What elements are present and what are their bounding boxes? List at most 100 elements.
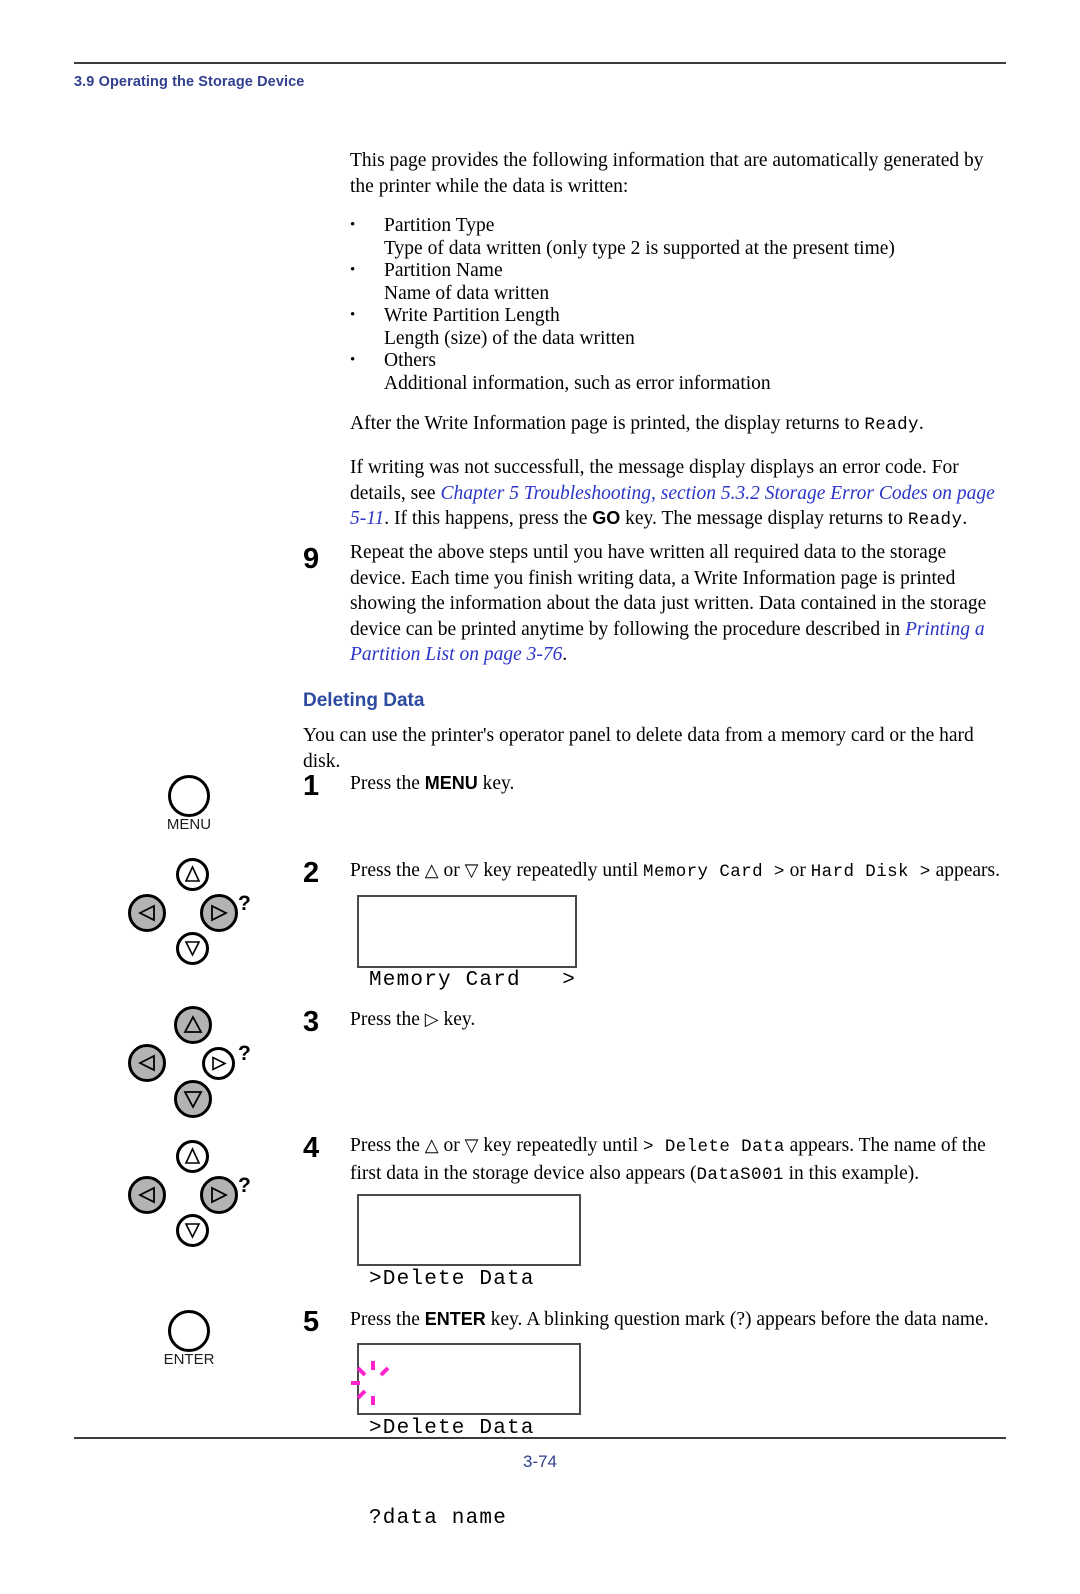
- bullet-desc: Additional information, such as error in…: [384, 372, 771, 394]
- step-2-text-1: Press the: [350, 860, 425, 881]
- up-arrow-key-icon: [174, 1006, 212, 1044]
- right-arrow-key-icon: [200, 894, 238, 932]
- bullet-icon: •: [350, 307, 356, 323]
- right-arrow-key-icon: [202, 1047, 235, 1080]
- step-2-text-4: or: [784, 860, 811, 881]
- down-arrow-glyph: ▽: [464, 1135, 479, 1155]
- bullet-desc: Name of data written: [384, 282, 550, 304]
- step-2-text: Press the △ or ▽ key repeatedly until Me…: [350, 858, 1000, 886]
- left-arrow-key-icon: [128, 894, 166, 932]
- lcd-display-confirm-delete: >Delete Data ?data name: [357, 1343, 581, 1530]
- left-arrow-key-icon: [128, 1176, 166, 1214]
- up-arrow-key-icon: [176, 1140, 209, 1173]
- bullet-term: Others: [384, 350, 436, 371]
- bullet-term: Write Partition Length: [384, 305, 560, 326]
- section-heading-deleting-data: Deleting Data: [303, 690, 425, 711]
- datas001-code: DataS001: [696, 1164, 784, 1185]
- enter-key-icon: [168, 1310, 210, 1352]
- error-note-text-3: key. The message display returns to: [620, 508, 908, 529]
- down-arrow-glyph: ▽: [464, 860, 479, 880]
- manual-page: 3.9 Operating the Storage Device This pa…: [0, 0, 1080, 1530]
- error-note-text-2: . If this happens, press the: [384, 508, 593, 529]
- step-9-text-1: Repeat the above steps until you have wr…: [350, 542, 987, 640]
- header-divider: [74, 62, 1006, 64]
- step-number-3: 3: [303, 1006, 320, 1038]
- step-4-text-5: in this example).: [783, 1162, 920, 1184]
- lcd-display-delete-data: >Delete Data DataS001: [357, 1194, 581, 1381]
- lcd-line-1: >Delete Data: [369, 1268, 535, 1291]
- right-arrow-key-icon: [200, 1176, 238, 1214]
- up-arrow-key-icon: [176, 858, 209, 891]
- menu-key-label: MENU: [424, 773, 478, 793]
- step-4-text-1: Press the: [350, 1135, 425, 1156]
- step-1-text-2: key.: [477, 773, 515, 794]
- menu-key-caption: MENU: [166, 816, 212, 833]
- up-arrow-glyph: △: [424, 1135, 439, 1155]
- go-key-label: GO: [592, 508, 621, 528]
- lcd-line-2: ?data name: [369, 1507, 508, 1530]
- list-item: • Partition Type: [350, 215, 1000, 238]
- list-item: • Partition Name: [350, 260, 1000, 283]
- after-write-text-1: After the Write Information page is prin…: [350, 413, 865, 434]
- step-2-text-3: key repeatedly until: [478, 860, 644, 881]
- error-note-text-4: .: [962, 508, 968, 529]
- enter-key-caption: ENTER: [163, 1351, 215, 1368]
- step-5-text-2: key. A blinking question mark (?) appear…: [485, 1309, 989, 1330]
- list-item: • Write Partition Length: [350, 305, 1000, 328]
- lcd-display-memory-card: Memory Card >: [357, 895, 577, 992]
- bullet-desc: Type of data written (only type 2 is sup…: [384, 237, 895, 259]
- step-9-text: Repeat the above steps until you have wr…: [350, 540, 998, 668]
- step-number-9: 9: [303, 543, 320, 575]
- ready-code: Ready: [864, 415, 919, 435]
- step-number-4: 4: [303, 1132, 320, 1164]
- step-2-text-5: appears.: [930, 860, 1001, 881]
- step-number-1: 1: [303, 770, 320, 802]
- header-section-title: 3.9 Operating the Storage Device: [74, 74, 305, 90]
- arrow-key-cluster-step2: ?: [128, 858, 278, 973]
- step-1-text-1: Press the: [350, 773, 425, 794]
- bullet-term: Partition Type: [384, 215, 495, 236]
- step-4-text: Press the △ or ▽ key repeatedly until > …: [350, 1133, 995, 1188]
- lcd-line-1: >Delete Data: [369, 1417, 535, 1440]
- arrow-key-cluster-step4: ?: [128, 1140, 278, 1255]
- error-note-paragraph: If writing was not successfull, the mess…: [350, 455, 1000, 534]
- left-arrow-key-icon: [128, 1044, 166, 1082]
- bullet-term: Partition Name: [384, 260, 503, 281]
- info-bullet-list: • Partition Type Type of data written (o…: [350, 215, 1000, 395]
- help-question-mark-icon: ?: [238, 1042, 251, 1065]
- right-arrow-glyph: ▷: [424, 1009, 439, 1029]
- footer-divider: [74, 1437, 1006, 1439]
- bullet-icon: •: [350, 352, 356, 368]
- deleting-data-intro: You can use the printer's operator panel…: [303, 725, 974, 772]
- page-number: 3-74: [522, 1452, 558, 1471]
- hard-disk-code: Hard Disk >: [810, 862, 931, 882]
- arrow-key-cluster-step3: ?: [128, 1006, 278, 1121]
- step-5-text: Press the ENTER key. A blinking question…: [350, 1307, 1000, 1333]
- down-arrow-key-icon: [174, 1080, 212, 1118]
- step-5-text-1: Press the: [350, 1309, 425, 1330]
- step-4-text-3: key repeatedly until: [478, 1135, 644, 1156]
- ready-code: Ready: [907, 510, 963, 530]
- delete-data-code: > Delete Data: [643, 1137, 785, 1157]
- down-arrow-key-icon: [176, 932, 209, 965]
- enter-key-label: ENTER: [424, 1309, 486, 1329]
- intro-paragraph: This page provides the following informa…: [350, 150, 984, 197]
- bullet-icon: •: [350, 262, 356, 278]
- step-3-text-2: key.: [438, 1009, 476, 1030]
- step-number-5: 5: [303, 1306, 320, 1338]
- up-arrow-glyph: △: [424, 860, 439, 880]
- step-3-text: Press the ▷ key.: [350, 1007, 1000, 1033]
- list-item: • Others: [350, 350, 1000, 373]
- step-4-text-2: or: [438, 1135, 465, 1156]
- step-9-text-2: .: [562, 644, 568, 665]
- step-3-text-1: Press the: [350, 1009, 425, 1030]
- step-2-text-2: or: [438, 860, 465, 881]
- after-write-paragraph: After the Write Information page is prin…: [350, 411, 1000, 439]
- step-number-2: 2: [303, 857, 320, 889]
- step-1-text: Press the MENU key.: [350, 771, 1000, 797]
- help-question-mark-icon: ?: [238, 1174, 251, 1197]
- memory-card-code: Memory Card >: [643, 862, 785, 882]
- help-question-mark-icon: ?: [238, 892, 251, 915]
- bullet-desc: Length (size) of the data written: [384, 327, 635, 349]
- menu-key-icon: [168, 775, 210, 817]
